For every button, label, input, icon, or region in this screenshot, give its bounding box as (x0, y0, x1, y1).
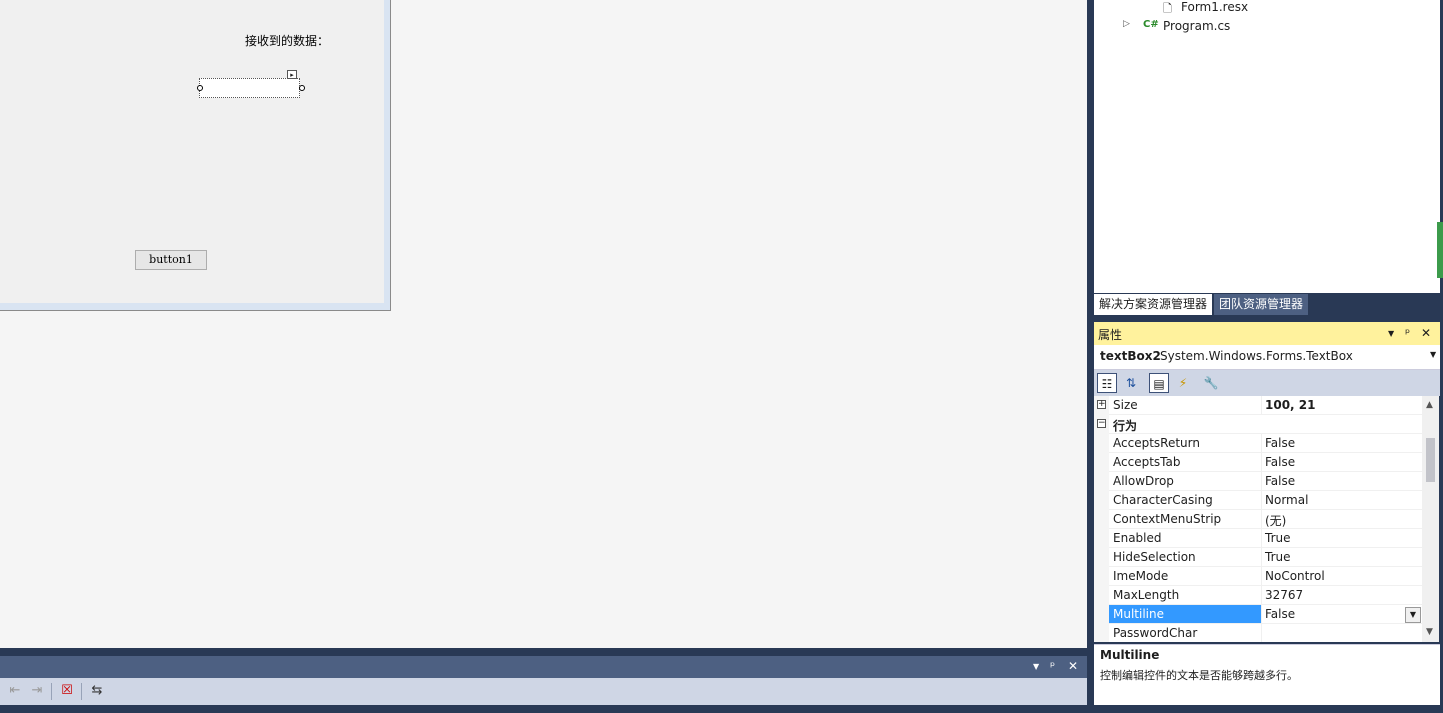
smart-tag-icon[interactable]: ▸ (287, 70, 297, 79)
description-title: Multiline (1100, 648, 1160, 662)
property-value[interactable]: False (1265, 607, 1295, 621)
property-name: Enabled (1113, 531, 1162, 545)
property-row[interactable]: ImeMode NoControl (1094, 567, 1422, 586)
bottom-pin-icon[interactable]: ᵖ (1050, 659, 1055, 673)
scroll-down-icon[interactable]: ▼ (1426, 627, 1433, 637)
property-row-size[interactable]: + Size 100, 21 (1094, 396, 1422, 415)
indent-right-icon[interactable]: ⇥ (28, 682, 46, 700)
bottom-close-icon[interactable]: ✕ (1068, 659, 1078, 673)
bottom-toolbar (0, 678, 1087, 705)
properties-toolbar (1094, 370, 1440, 396)
events-lightning-icon[interactable]: ⚡ (1173, 373, 1193, 393)
expand-plus-icon[interactable]: + (1097, 400, 1106, 409)
property-name: Multiline (1109, 605, 1261, 623)
property-value[interactable]: True (1265, 550, 1291, 564)
properties-pin-icon[interactable]: ᵖ (1405, 326, 1410, 340)
property-row[interactable]: AllowDrop False (1094, 472, 1422, 491)
toolbar-separator (81, 683, 82, 700)
property-name: MaxLength (1113, 588, 1180, 602)
property-row[interactable]: HideSelection True (1094, 548, 1422, 567)
tree-item-program-cs[interactable]: Program.cs (1163, 19, 1230, 33)
property-row[interactable]: ContextMenuStrip (无) (1094, 510, 1422, 529)
object-name: textBox2 (1100, 349, 1161, 363)
toolbar-separator (51, 683, 52, 700)
object-dropdown-icon[interactable]: ▼ (1430, 350, 1436, 359)
expand-arrow-icon[interactable]: ▷ (1123, 19, 1130, 29)
resize-handle-left[interactable] (197, 85, 203, 91)
property-name: PasswordChar (1113, 626, 1198, 640)
properties-dropdown-icon[interactable]: ▼ (1388, 329, 1394, 338)
property-name: AllowDrop (1113, 474, 1174, 488)
property-row[interactable]: AcceptsReturn False (1094, 434, 1422, 453)
property-category-behavior[interactable]: − 行为 (1094, 415, 1422, 434)
property-row[interactable]: MaxLength 32767 (1094, 586, 1422, 605)
property-row[interactable]: PasswordChar (1094, 624, 1422, 642)
property-name: HideSelection (1113, 550, 1196, 564)
property-name: ContextMenuStrip (1113, 512, 1222, 526)
property-name: AcceptsReturn (1113, 436, 1200, 450)
property-value[interactable]: Normal (1265, 493, 1308, 507)
clear-all-icon[interactable]: ☒ (58, 682, 76, 700)
scroll-up-icon[interactable]: ▲ (1426, 400, 1433, 410)
property-value[interactable]: (无) (1265, 512, 1286, 529)
csharp-file-icon: C# (1143, 19, 1159, 30)
tab-team-explorer[interactable]: 团队资源管理器 (1214, 294, 1309, 315)
button1-control[interactable]: button1 (135, 250, 207, 270)
resize-handle-right[interactable] (299, 85, 305, 91)
resx-file-icon: 🗋 (1163, 2, 1172, 15)
property-row[interactable]: AcceptsTab False (1094, 453, 1422, 472)
property-value[interactable]: 32767 (1265, 588, 1303, 602)
tab-solution-explorer[interactable]: 解决方案资源管理器 (1094, 294, 1213, 315)
tree-item-form1-resx[interactable]: Form1.resx (1181, 0, 1248, 14)
property-row[interactable]: CharacterCasing Normal (1094, 491, 1422, 510)
toggle-wrap-icon[interactable]: ⇆ (88, 682, 106, 700)
property-row[interactable]: Enabled True (1094, 529, 1422, 548)
property-grid-scrollbar[interactable] (1422, 396, 1439, 642)
property-name: CharacterCasing (1113, 493, 1213, 507)
collapse-minus-icon[interactable]: − (1097, 419, 1106, 428)
object-type: System.Windows.Forms.TextBox (1160, 349, 1353, 363)
property-name: Size (1113, 398, 1138, 412)
property-row-multiline-selected[interactable]: Multiline False (1094, 605, 1422, 624)
value-dropdown-icon[interactable]: ▼ (1405, 607, 1421, 623)
alphabetical-icon[interactable]: ⇅ (1121, 373, 1141, 393)
property-value[interactable]: 100, 21 (1265, 398, 1315, 412)
property-value[interactable]: False (1265, 455, 1295, 469)
property-value[interactable]: True (1265, 531, 1291, 545)
property-value[interactable]: False (1265, 436, 1295, 450)
property-grid[interactable]: + Size 100, 21 − 行为 AcceptsReturn False … (1094, 396, 1422, 642)
categorized-icon[interactable]: ☷ (1097, 373, 1117, 393)
properties-close-icon[interactable]: ✕ (1421, 326, 1431, 340)
property-pages-wrench-icon[interactable]: 🔧 (1201, 373, 1221, 393)
received-data-label[interactable]: 接收到的数据： (245, 32, 329, 49)
property-name: AcceptsTab (1113, 455, 1181, 469)
property-value[interactable]: NoControl (1265, 569, 1325, 583)
property-name: ImeMode (1113, 569, 1169, 583)
solution-explorer-tree[interactable] (1094, 0, 1440, 293)
properties-view-icon[interactable]: ▤ (1149, 373, 1169, 393)
textbox2-control[interactable] (199, 78, 300, 98)
category-name: 行为 (1113, 419, 1138, 433)
bottom-dropdown-icon[interactable]: ▼ (1033, 662, 1039, 671)
property-value[interactable]: False (1265, 474, 1295, 488)
scrollbar-thumb[interactable] (1437, 222, 1443, 278)
bottom-tool-window-title (0, 656, 1087, 678)
description-text: 控制编辑控件的文本是否能够跨越多行。 (1100, 669, 1298, 682)
indent-left-icon[interactable]: ⇤ (6, 682, 24, 700)
scrollbar-thumb[interactable] (1426, 438, 1435, 482)
properties-title: 属性 (1098, 328, 1123, 342)
